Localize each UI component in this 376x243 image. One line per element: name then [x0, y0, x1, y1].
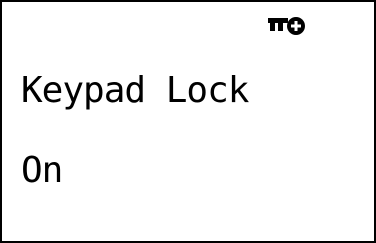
menu-title: Keypad Lock — [21, 70, 249, 111]
key-icon — [268, 17, 305, 35]
setting-value: On — [21, 150, 63, 191]
lcd-screen: Keypad Lock On — [0, 0, 376, 243]
